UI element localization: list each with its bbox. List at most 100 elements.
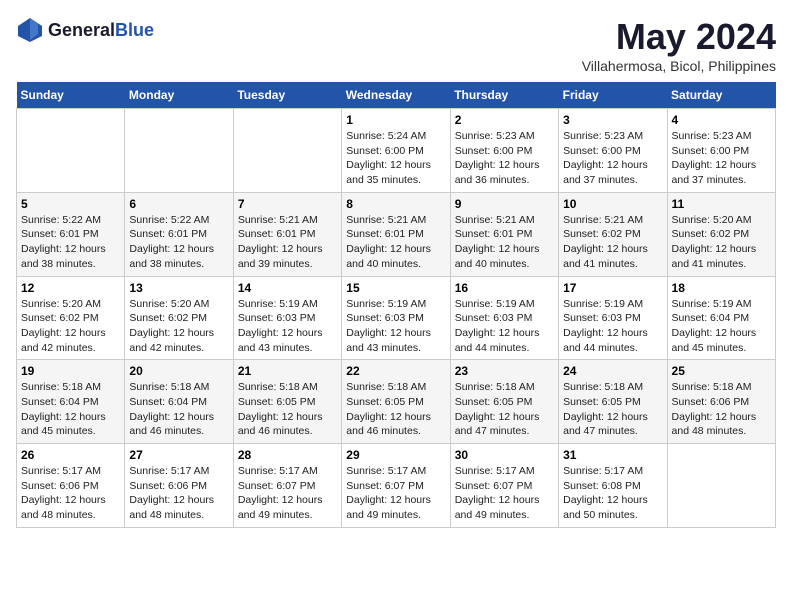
day-info: Sunrise: 5:18 AMSunset: 6:04 PMDaylight:… bbox=[21, 380, 120, 439]
weekday-header-friday: Friday bbox=[559, 82, 667, 109]
weekday-header-thursday: Thursday bbox=[450, 82, 558, 109]
calendar-week-row: 19 Sunrise: 5:18 AMSunset: 6:04 PMDayligh… bbox=[17, 360, 776, 444]
day-info: Sunrise: 5:19 AMSunset: 6:04 PMDaylight:… bbox=[672, 297, 771, 356]
day-info: Sunrise: 5:18 AMSunset: 6:05 PMDaylight:… bbox=[563, 380, 662, 439]
day-number: 13 bbox=[129, 281, 228, 295]
day-number: 2 bbox=[455, 113, 554, 127]
weekday-header-monday: Monday bbox=[125, 82, 233, 109]
day-number: 17 bbox=[563, 281, 662, 295]
day-info: Sunrise: 5:22 AMSunset: 6:01 PMDaylight:… bbox=[21, 213, 120, 272]
day-number: 29 bbox=[346, 448, 445, 462]
day-number: 23 bbox=[455, 364, 554, 378]
day-info: Sunrise: 5:17 AMSunset: 6:08 PMDaylight:… bbox=[563, 464, 662, 523]
weekday-header-saturday: Saturday bbox=[667, 82, 775, 109]
location-text: Villahermosa, Bicol, Philippines bbox=[582, 58, 776, 74]
day-number: 5 bbox=[21, 197, 120, 211]
calendar-table: SundayMondayTuesdayWednesdayThursdayFrid… bbox=[16, 82, 776, 528]
day-info: Sunrise: 5:19 AMSunset: 6:03 PMDaylight:… bbox=[346, 297, 445, 356]
calendar-cell: 11Sunrise: 5:20 AMSunset: 6:02 PMDayligh… bbox=[667, 192, 775, 276]
day-number: 22 bbox=[346, 364, 445, 378]
day-info: Sunrise: 5:17 AMSunset: 6:07 PMDaylight:… bbox=[346, 464, 445, 523]
calendar-cell: 3 Sunrise: 5:23 AMSunset: 6:00 PMDaylight… bbox=[559, 109, 667, 193]
day-info: Sunrise: 5:19 AMSunset: 6:03 PMDaylight:… bbox=[563, 297, 662, 356]
day-number: 16 bbox=[455, 281, 554, 295]
weekday-header-sunday: Sunday bbox=[17, 82, 125, 109]
day-number: 3 bbox=[563, 113, 662, 127]
weekday-header-row: SundayMondayTuesdayWednesdayThursdayFrid… bbox=[17, 82, 776, 109]
weekday-header-wednesday: Wednesday bbox=[342, 82, 450, 109]
calendar-week-row: 12Sunrise: 5:20 AMSunset: 6:02 PMDayligh… bbox=[17, 276, 776, 360]
calendar-cell: 20Sunrise: 5:18 AMSunset: 6:04 PMDayligh… bbox=[125, 360, 233, 444]
day-number: 25 bbox=[672, 364, 771, 378]
day-number: 15 bbox=[346, 281, 445, 295]
calendar-cell: 4 Sunrise: 5:23 AMSunset: 6:00 PMDaylight… bbox=[667, 109, 775, 193]
day-number: 1 bbox=[346, 113, 445, 127]
calendar-cell: 12Sunrise: 5:20 AMSunset: 6:02 PMDayligh… bbox=[17, 276, 125, 360]
day-info: Sunrise: 5:21 AMSunset: 6:01 PMDaylight:… bbox=[238, 213, 337, 272]
calendar-cell: 19 Sunrise: 5:18 AMSunset: 6:04 PMDayligh… bbox=[17, 360, 125, 444]
calendar-cell: 14 Sunrise: 5:19 AMSunset: 6:03 PMDayligh… bbox=[233, 276, 341, 360]
calendar-cell: 5 Sunrise: 5:22 AMSunset: 6:01 PMDaylight… bbox=[17, 192, 125, 276]
day-info: Sunrise: 5:21 AMSunset: 6:02 PMDaylight:… bbox=[563, 213, 662, 272]
day-number: 30 bbox=[455, 448, 554, 462]
day-info: Sunrise: 5:17 AMSunset: 6:07 PMDaylight:… bbox=[238, 464, 337, 523]
logo: GeneralBlue bbox=[16, 16, 154, 44]
calendar-cell bbox=[667, 444, 775, 528]
calendar-cell: 27 Sunrise: 5:17 AMSunset: 6:06 PMDayligh… bbox=[125, 444, 233, 528]
day-number: 24 bbox=[563, 364, 662, 378]
day-info: Sunrise: 5:22 AMSunset: 6:01 PMDaylight:… bbox=[129, 213, 228, 272]
day-number: 20 bbox=[129, 364, 228, 378]
calendar-cell bbox=[233, 109, 341, 193]
calendar-cell: 1 Sunrise: 5:24 AMSunset: 6:00 PMDaylight… bbox=[342, 109, 450, 193]
day-number: 9 bbox=[455, 197, 554, 211]
day-info: Sunrise: 5:18 AMSunset: 6:06 PMDaylight:… bbox=[672, 380, 771, 439]
day-info: Sunrise: 5:18 AMSunset: 6:05 PMDaylight:… bbox=[238, 380, 337, 439]
day-info: Sunrise: 5:21 AMSunset: 6:01 PMDaylight:… bbox=[455, 213, 554, 272]
page-header: GeneralBlue May 2024 Villahermosa, Bicol… bbox=[16, 16, 776, 74]
calendar-cell bbox=[17, 109, 125, 193]
logo-text: GeneralBlue bbox=[48, 20, 154, 41]
day-info: Sunrise: 5:19 AMSunset: 6:03 PMDaylight:… bbox=[238, 297, 337, 356]
day-number: 27 bbox=[129, 448, 228, 462]
calendar-cell: 9 Sunrise: 5:21 AMSunset: 6:01 PMDaylight… bbox=[450, 192, 558, 276]
calendar-cell bbox=[125, 109, 233, 193]
calendar-week-row: 1 Sunrise: 5:24 AMSunset: 6:00 PMDaylight… bbox=[17, 109, 776, 193]
calendar-cell: 28 Sunrise: 5:17 AMSunset: 6:07 PMDayligh… bbox=[233, 444, 341, 528]
day-number: 21 bbox=[238, 364, 337, 378]
day-number: 28 bbox=[238, 448, 337, 462]
day-info: Sunrise: 5:24 AMSunset: 6:00 PMDaylight:… bbox=[346, 129, 445, 188]
calendar-cell: 10Sunrise: 5:21 AMSunset: 6:02 PMDayligh… bbox=[559, 192, 667, 276]
calendar-cell: 17 Sunrise: 5:19 AMSunset: 6:03 PMDayligh… bbox=[559, 276, 667, 360]
calendar-cell: 6 Sunrise: 5:22 AMSunset: 6:01 PMDaylight… bbox=[125, 192, 233, 276]
logo-blue: Blue bbox=[115, 20, 154, 40]
calendar-cell: 8Sunrise: 5:21 AMSunset: 6:01 PMDaylight… bbox=[342, 192, 450, 276]
calendar-cell: 26 Sunrise: 5:17 AMSunset: 6:06 PMDayligh… bbox=[17, 444, 125, 528]
day-info: Sunrise: 5:17 AMSunset: 6:06 PMDaylight:… bbox=[129, 464, 228, 523]
day-info: Sunrise: 5:18 AMSunset: 6:05 PMDaylight:… bbox=[346, 380, 445, 439]
day-number: 31 bbox=[563, 448, 662, 462]
calendar-week-row: 5 Sunrise: 5:22 AMSunset: 6:01 PMDaylight… bbox=[17, 192, 776, 276]
calendar-cell: 24 Sunrise: 5:18 AMSunset: 6:05 PMDayligh… bbox=[559, 360, 667, 444]
day-info: Sunrise: 5:23 AMSunset: 6:00 PMDaylight:… bbox=[563, 129, 662, 188]
day-info: Sunrise: 5:18 AMSunset: 6:05 PMDaylight:… bbox=[455, 380, 554, 439]
day-number: 26 bbox=[21, 448, 120, 462]
calendar-cell: 23 Sunrise: 5:18 AMSunset: 6:05 PMDayligh… bbox=[450, 360, 558, 444]
day-info: Sunrise: 5:23 AMSunset: 6:00 PMDaylight:… bbox=[455, 129, 554, 188]
day-number: 18 bbox=[672, 281, 771, 295]
day-info: Sunrise: 5:17 AMSunset: 6:06 PMDaylight:… bbox=[21, 464, 120, 523]
day-info: Sunrise: 5:23 AMSunset: 6:00 PMDaylight:… bbox=[672, 129, 771, 188]
day-info: Sunrise: 5:20 AMSunset: 6:02 PMDaylight:… bbox=[672, 213, 771, 272]
day-number: 14 bbox=[238, 281, 337, 295]
day-info: Sunrise: 5:17 AMSunset: 6:07 PMDaylight:… bbox=[455, 464, 554, 523]
day-number: 4 bbox=[672, 113, 771, 127]
calendar-cell: 22 Sunrise: 5:18 AMSunset: 6:05 PMDayligh… bbox=[342, 360, 450, 444]
day-number: 19 bbox=[21, 364, 120, 378]
logo-icon bbox=[16, 16, 44, 44]
weekday-header-tuesday: Tuesday bbox=[233, 82, 341, 109]
day-number: 12 bbox=[21, 281, 120, 295]
day-number: 6 bbox=[129, 197, 228, 211]
calendar-cell: 29 Sunrise: 5:17 AMSunset: 6:07 PMDayligh… bbox=[342, 444, 450, 528]
calendar-cell: 31 Sunrise: 5:17 AMSunset: 6:08 PMDayligh… bbox=[559, 444, 667, 528]
calendar-cell: 2 Sunrise: 5:23 AMSunset: 6:00 PMDaylight… bbox=[450, 109, 558, 193]
calendar-cell: 18 Sunrise: 5:19 AMSunset: 6:04 PMDayligh… bbox=[667, 276, 775, 360]
